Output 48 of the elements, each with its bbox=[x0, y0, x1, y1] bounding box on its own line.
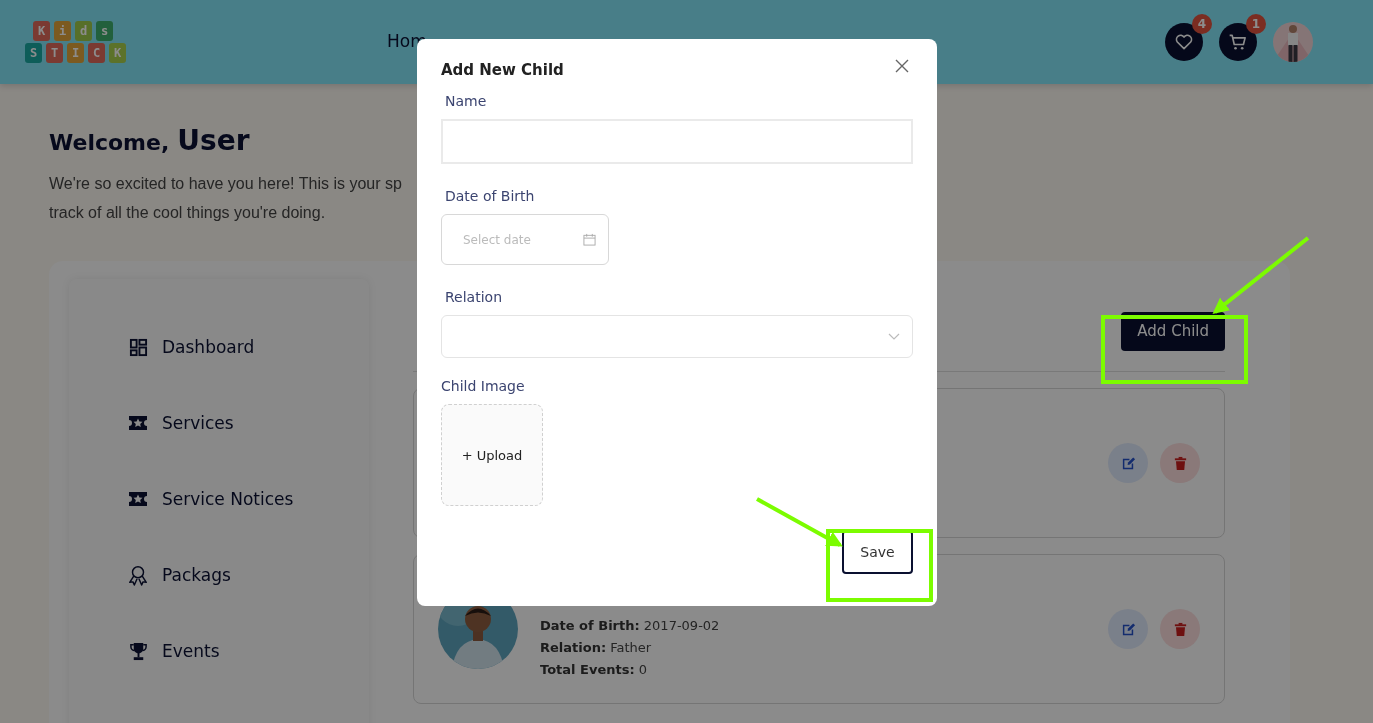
edit-button[interactable] bbox=[1108, 443, 1148, 483]
sidebar-item[interactable]: Dashboard bbox=[69, 335, 369, 359]
count-badge: 4 bbox=[1192, 14, 1212, 34]
ticket-icon bbox=[127, 491, 149, 507]
upload-button[interactable]: + Upload bbox=[441, 404, 543, 506]
sidebar-item[interactable]: Service Notices bbox=[69, 487, 369, 511]
save-button[interactable]: Save bbox=[842, 530, 913, 574]
sidebar-item[interactable]: Events bbox=[69, 639, 369, 663]
logo-tile: s bbox=[96, 21, 113, 41]
logo-tile: d bbox=[75, 21, 92, 41]
modal-title: Add New Child bbox=[441, 61, 564, 79]
child-detail: Relation: Father bbox=[540, 639, 653, 655]
logo-tile: C bbox=[88, 43, 105, 63]
welcome-greeting: Welcome, bbox=[49, 130, 170, 155]
child-detail: Date of Birth: 2017-09-02 bbox=[540, 617, 721, 633]
delete-button[interactable] bbox=[1160, 609, 1200, 649]
logo-tile: I bbox=[67, 43, 84, 63]
logo-tile: K bbox=[109, 43, 126, 63]
child-detail: Total Events: 0 bbox=[540, 661, 649, 677]
welcome-text-line: We're so excited to have you here! This is your sp bbox=[49, 174, 402, 194]
trash-icon bbox=[1172, 455, 1188, 471]
ticket-icon bbox=[127, 415, 149, 431]
close-button[interactable] bbox=[895, 59, 909, 73]
edit-button[interactable] bbox=[1108, 609, 1148, 649]
cart-icon bbox=[1228, 32, 1248, 52]
welcome-text-line: track of all the cool things you're doing. bbox=[49, 203, 326, 223]
chevron-down-icon bbox=[888, 332, 900, 341]
logo-tile: S bbox=[25, 43, 42, 63]
sidebar-item[interactable]: Services bbox=[69, 411, 369, 435]
logo-tile: T bbox=[46, 43, 63, 63]
edit-icon bbox=[1120, 455, 1136, 471]
user-name: User bbox=[177, 124, 250, 157]
ribbon-icon bbox=[127, 563, 149, 587]
calendar-icon bbox=[583, 233, 596, 246]
edit-icon bbox=[1120, 621, 1136, 637]
dashboard-icon bbox=[127, 337, 149, 357]
field-label: Date of Birth bbox=[444, 188, 536, 204]
delete-button[interactable] bbox=[1160, 443, 1200, 483]
logo-tile: i bbox=[54, 21, 71, 41]
trophy-icon bbox=[127, 641, 149, 661]
trash-icon bbox=[1172, 621, 1188, 637]
field-label: Name bbox=[444, 93, 488, 109]
field-label: Relation bbox=[444, 289, 503, 305]
logo-tile: K bbox=[33, 21, 50, 41]
count-badge: 1 bbox=[1246, 14, 1266, 34]
heart-icon bbox=[1174, 32, 1194, 52]
sidebar-item[interactable]: Packags bbox=[69, 563, 369, 587]
field-label: Child Image bbox=[441, 378, 526, 394]
